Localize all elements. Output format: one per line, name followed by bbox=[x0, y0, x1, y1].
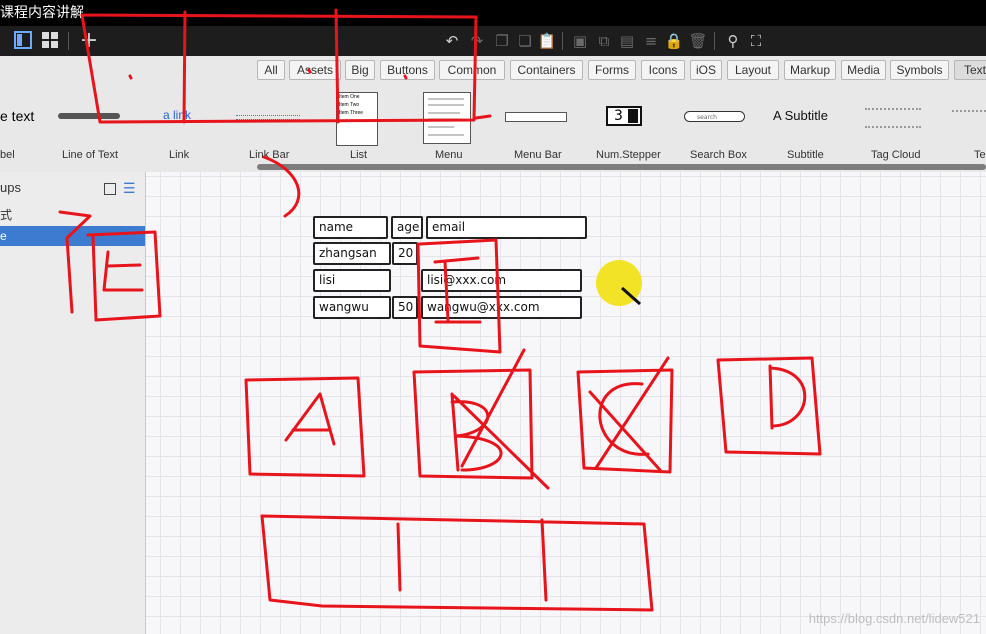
library-scrollbar[interactable] bbox=[257, 164, 986, 170]
table-cell[interactable]: zhangsan bbox=[313, 242, 391, 265]
tab-symbols[interactable]: Symbols bbox=[890, 60, 949, 80]
library-item-menu-bar: Menu Bar bbox=[514, 149, 562, 161]
table-cell[interactable]: 50 bbox=[392, 296, 418, 319]
stepper-value: 3 bbox=[614, 108, 623, 124]
library-item-num-stepper: Num.Stepper bbox=[596, 149, 661, 161]
toolbar-separator bbox=[68, 32, 69, 50]
panel-toggle-icon[interactable] bbox=[13, 31, 33, 51]
line-of-text-preview[interactable] bbox=[58, 113, 120, 119]
copy-icon[interactable]: ❐ bbox=[492, 31, 512, 51]
subtitle-preview[interactable]: A Subtitle bbox=[773, 108, 828, 123]
tag-cloud-preview[interactable] bbox=[865, 108, 921, 128]
library-item-tag-cloud: Tag Cloud bbox=[871, 149, 921, 161]
library-item-menu: Menu bbox=[435, 149, 463, 161]
library-item-link-bar: Link Bar bbox=[249, 149, 290, 161]
stepper-arrows-icon bbox=[628, 109, 638, 123]
tab-common[interactable]: Common bbox=[439, 60, 505, 80]
tab-text[interactable]: Text bbox=[954, 60, 986, 80]
redo-icon[interactable]: ↷ bbox=[467, 31, 487, 51]
sidebar-item-selected[interactable]: e bbox=[0, 226, 145, 246]
table-cell[interactable]: age bbox=[391, 216, 423, 239]
lock-icon[interactable]: 🔒 bbox=[664, 31, 684, 51]
trash-icon[interactable]: 🗑 bbox=[688, 31, 708, 51]
table-cell[interactable]: email bbox=[426, 216, 587, 239]
search-icon[interactable]: ⚲ bbox=[723, 31, 743, 51]
library-item-list: List bbox=[350, 149, 368, 161]
menu-preview[interactable] bbox=[423, 92, 471, 144]
watermark: https://blog.csdn.net/lidew521 bbox=[808, 611, 980, 626]
num-stepper-preview[interactable]: 3 bbox=[606, 106, 642, 126]
align-icon[interactable]: ≡ bbox=[641, 31, 661, 51]
tab-ios[interactable]: iOS bbox=[690, 60, 722, 80]
table-cell[interactable]: 20 bbox=[392, 242, 418, 265]
toolbar-separator bbox=[714, 32, 715, 50]
tab-forms[interactable]: Forms bbox=[588, 60, 636, 80]
library-items: e text bel Line of Text a link Link Link… bbox=[0, 86, 986, 166]
pointer-highlight bbox=[596, 260, 642, 306]
sidebar-title: ups bbox=[0, 180, 21, 195]
ui-library-panel: All Assets Big Buttons Common Containers… bbox=[0, 56, 986, 173]
list-item: Item Three bbox=[339, 110, 364, 116]
single-view-icon[interactable] bbox=[104, 183, 116, 195]
main-toolbar: + ↶ ↷ ❐ ❏ 📋 ▣ ⧉ ▤ ≡ 🔒 🗑 ⚲ ⛶ bbox=[0, 26, 986, 56]
search-box-preview[interactable]: search bbox=[684, 111, 745, 122]
table-cell[interactable]: name bbox=[313, 216, 388, 239]
library-item-line-of-text: Line of Text bbox=[62, 149, 119, 161]
label-preview[interactable]: e text bbox=[0, 108, 34, 124]
list-preview[interactable]: Item One Item Two Item Three bbox=[336, 92, 378, 146]
sidebar-header: ups ☰ bbox=[0, 172, 145, 204]
mockup-canvas[interactable] bbox=[146, 172, 986, 634]
library-item-link: Link bbox=[169, 149, 190, 161]
grid-view-icon[interactable] bbox=[40, 31, 60, 51]
ungroup-icon[interactable]: ⧉ bbox=[594, 31, 614, 51]
tab-big[interactable]: Big bbox=[345, 60, 375, 80]
table-cell[interactable]: wangwu@xxx.com bbox=[421, 296, 582, 319]
tab-media[interactable]: Media bbox=[841, 60, 886, 80]
library-item-search-box: Search Box bbox=[690, 149, 747, 161]
link-preview[interactable]: a link bbox=[163, 108, 191, 122]
library-item-label: bel bbox=[0, 149, 15, 161]
add-icon[interactable]: + bbox=[79, 30, 99, 52]
tab-assets[interactable]: Assets bbox=[289, 60, 341, 80]
table-cell[interactable]: lisi bbox=[313, 269, 391, 292]
paste-icon[interactable]: 📋 bbox=[537, 31, 557, 51]
tab-icons[interactable]: Icons bbox=[641, 60, 685, 80]
sidebar-item[interactable]: 式 bbox=[0, 205, 145, 225]
toolbar-separator bbox=[562, 32, 563, 50]
table-cell[interactable]: lisi@xxx.com bbox=[421, 269, 582, 292]
link-bar-preview[interactable] bbox=[236, 115, 300, 120]
group-icon[interactable]: ▣ bbox=[570, 31, 590, 51]
text-preview[interactable] bbox=[952, 110, 986, 118]
tab-all[interactable]: All bbox=[257, 60, 285, 80]
menu-bar-preview[interactable] bbox=[505, 112, 567, 122]
fullscreen-icon[interactable]: ⛶ bbox=[746, 31, 766, 51]
list-item: Item One bbox=[339, 94, 360, 100]
list-item: Item Two bbox=[339, 102, 360, 108]
list-view-icon[interactable]: ☰ bbox=[123, 172, 136, 204]
tab-buttons[interactable]: Buttons bbox=[380, 60, 435, 80]
undo-icon[interactable]: ↶ bbox=[442, 31, 462, 51]
window-titlebar: 课程内容讲解 bbox=[0, 0, 986, 26]
tab-markup[interactable]: Markup bbox=[784, 60, 836, 80]
table-cell[interactable]: wangwu bbox=[313, 296, 391, 319]
window-title: 课程内容讲解 bbox=[0, 5, 84, 21]
tab-layout[interactable]: Layout bbox=[727, 60, 779, 80]
bring-front-icon[interactable]: ▤ bbox=[617, 31, 637, 51]
library-item-text: Te bbox=[974, 149, 986, 161]
library-item-subtitle: Subtitle bbox=[787, 149, 824, 161]
duplicate-icon[interactable]: ❏ bbox=[515, 31, 535, 51]
mockups-sidebar: ups ☰ 式 e bbox=[0, 172, 146, 634]
tab-containers[interactable]: Containers bbox=[510, 60, 583, 80]
